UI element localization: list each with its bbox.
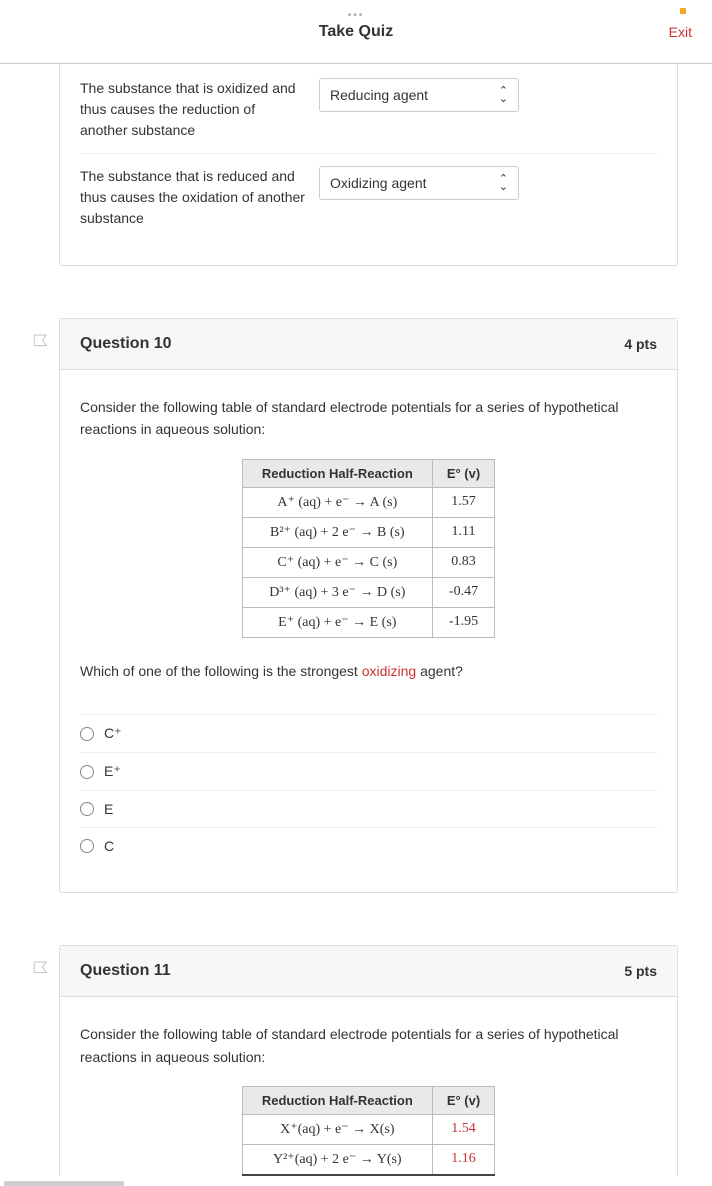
match-row: The substance that is oxidized and thus … (80, 66, 657, 153)
chevron-updown-icon: ⌃⌄ (499, 175, 508, 191)
table-header-reaction: Reduction Half-Reaction (242, 1086, 432, 1114)
question-points: 5 pts (624, 963, 657, 979)
option-row[interactable]: C⁺ (80, 714, 657, 752)
horizontal-scrollbar[interactable] (0, 1176, 712, 1186)
match-select-reducing[interactable]: Reducing agent ⌃⌄ (319, 78, 519, 112)
select-value: Reducing agent (330, 87, 428, 103)
table-header-potential: E° (v) (432, 1086, 494, 1114)
page-title: Take Quiz (319, 23, 393, 41)
select-value: Oxidizing agent (330, 175, 427, 191)
match-prompt: The substance that is oxidized and thus … (80, 78, 305, 141)
table-row: E⁺ (aq) + e⁻ → E (s)-1.95 (242, 607, 494, 637)
question-card-11: Question 11 5 pts Consider the following… (59, 945, 678, 1176)
notification-indicator (680, 8, 686, 14)
question-card-10: Question 10 4 pts Consider the following… (59, 318, 678, 893)
option-label: E (104, 801, 113, 817)
options-list: C⁺ E⁺ E C (80, 714, 657, 868)
flag-icon[interactable] (32, 333, 50, 355)
table-header-potential: E° (v) (432, 459, 494, 487)
potentials-table: Reduction Half-Reaction E° (v) X⁺(aq) + … (242, 1086, 495, 1176)
table-row: Y²⁺(aq) + 2 e⁻ → Y(s)1.16 (242, 1144, 494, 1175)
option-label: C⁺ (104, 725, 122, 742)
match-row: The substance that is reduced and thus c… (80, 153, 657, 241)
table-row: C⁺ (aq) + e⁻ → C (s)0.83 (242, 547, 494, 577)
question-title: Question 10 (80, 335, 172, 353)
question-points: 4 pts (624, 336, 657, 352)
question-card-9: The substance that is oxidized and thus … (59, 64, 678, 266)
option-row[interactable]: E⁺ (80, 752, 657, 790)
chevron-updown-icon: ⌃⌄ (499, 87, 508, 103)
potentials-table: Reduction Half-Reaction E° (v) A⁺ (aq) +… (242, 459, 495, 638)
table-row: A⁺ (aq) + e⁻ → A (s)1.57 (242, 487, 494, 517)
table-row: D³⁺ (aq) + 3 e⁻ → D (s)-0.47 (242, 577, 494, 607)
question-intro: Consider the following table of standard… (80, 396, 657, 441)
drag-handle-icon: ••• (348, 10, 365, 21)
radio-icon[interactable] (80, 802, 94, 816)
table-header-reaction: Reduction Half-Reaction (242, 459, 432, 487)
radio-icon[interactable] (80, 839, 94, 853)
radio-icon[interactable] (80, 727, 94, 741)
option-label: C (104, 838, 114, 854)
flag-icon[interactable] (32, 960, 50, 982)
match-select-oxidizing[interactable]: Oxidizing agent ⌃⌄ (319, 166, 519, 200)
option-label: E⁺ (104, 763, 121, 780)
question-header: Question 10 4 pts (60, 319, 677, 370)
table-row: X⁺(aq) + e⁻ → X(s)1.54 (242, 1114, 494, 1144)
option-row[interactable]: C (80, 827, 657, 864)
exit-button[interactable]: Exit (669, 24, 692, 40)
question-intro: Consider the following table of standard… (80, 1023, 657, 1068)
table-row: B²⁺ (aq) + 2 e⁻ → B (s)1.11 (242, 517, 494, 547)
radio-icon[interactable] (80, 765, 94, 779)
question-followup: Which of one of the following is the str… (80, 660, 657, 682)
option-row[interactable]: E (80, 790, 657, 827)
question-title: Question 11 (80, 962, 171, 980)
question-header: Question 11 5 pts (60, 946, 677, 997)
match-prompt: The substance that is reduced and thus c… (80, 166, 305, 229)
